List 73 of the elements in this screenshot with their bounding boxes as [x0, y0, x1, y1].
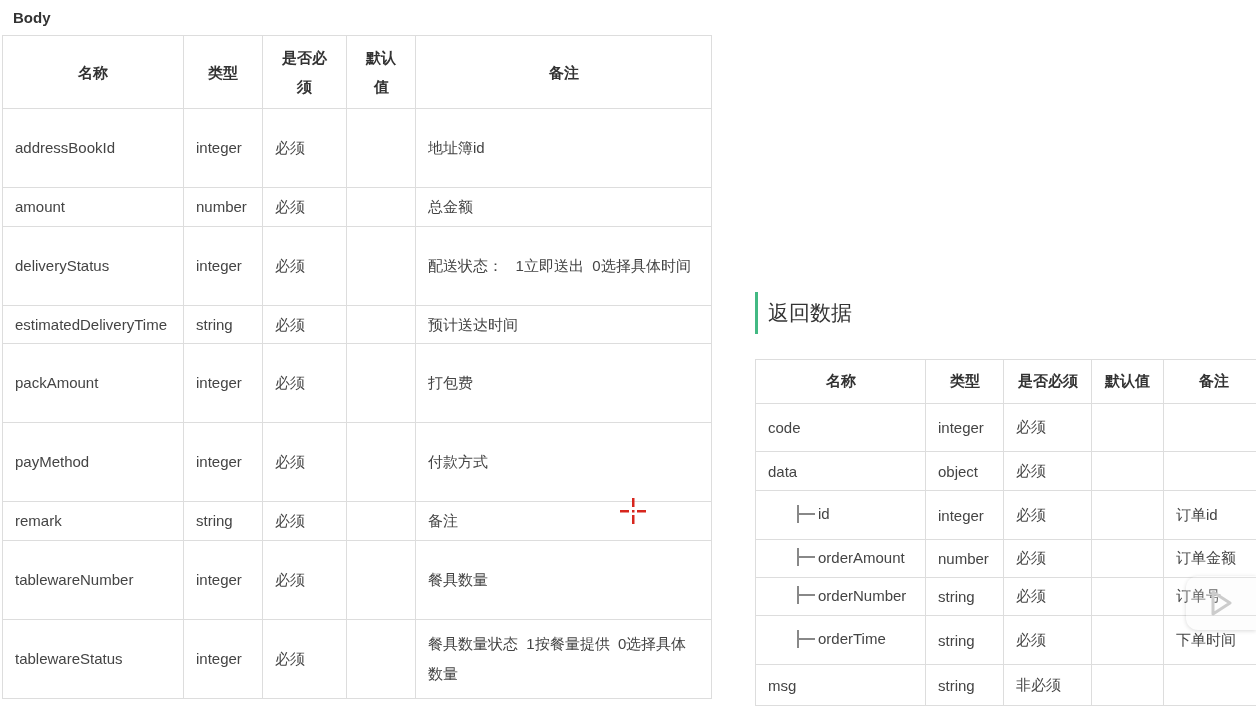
field-name: orderTime	[818, 630, 886, 647]
table-cell: 预计送达时间	[415, 305, 712, 344]
column-header: 名称	[755, 359, 926, 404]
field-name: orderNumber	[818, 586, 907, 604]
table-cell: integer	[183, 619, 263, 699]
table-cell: amount	[2, 187, 184, 227]
table-cell: 打包费	[415, 343, 712, 423]
table-cell: integer	[183, 108, 263, 188]
table-cell: estimatedDeliveryTime	[2, 305, 184, 344]
table-cell: 必须	[262, 187, 347, 227]
table-cell: 非必须	[1003, 664, 1092, 706]
column-header: 类型	[925, 359, 1004, 404]
field-name: orderAmount	[818, 548, 905, 566]
table-cell: payMethod	[2, 422, 184, 502]
table-cell: 必须	[262, 540, 347, 620]
table-cell: 必须	[1003, 490, 1092, 540]
field-name: code	[768, 419, 801, 436]
table-cell: packAmount	[2, 343, 184, 423]
table-cell: integer	[925, 490, 1004, 540]
table-cell: 必须	[262, 343, 347, 423]
table-cell: string	[183, 305, 263, 344]
column-header: 备注	[415, 35, 712, 109]
table-cell: tablewareNumber	[2, 540, 184, 620]
field-name: msg	[768, 676, 797, 694]
column-header: 名称	[2, 35, 184, 109]
table-cell: 必须	[262, 422, 347, 502]
table-cell: remark	[2, 501, 184, 541]
table-cell: string	[925, 577, 1004, 616]
section-heading: 返回数据	[755, 292, 1256, 334]
table-cell: 必须	[262, 226, 347, 306]
table-cell: tablewareStatus	[2, 619, 184, 699]
table-cell: 餐具数量状态 1按餐量提供 0选择具体数量	[415, 619, 712, 699]
tree-branch-icon	[796, 629, 816, 648]
table-cell: addressBookId	[2, 108, 184, 188]
column-header: 是否必须	[262, 35, 347, 109]
table-cell: 必须	[262, 305, 347, 344]
section-title: Body	[12, 8, 52, 28]
crosshair-icon	[620, 498, 647, 525]
table-cell: 必须	[262, 501, 347, 541]
table-cell: string	[925, 664, 1004, 706]
tree-branch-icon	[796, 586, 816, 604]
table-cell: 付款方式	[415, 422, 712, 502]
table-cell: 必须	[1003, 451, 1092, 491]
table-cell: deliveryStatus	[2, 226, 184, 306]
table-cell: object	[925, 451, 1004, 491]
table-cell: number	[925, 539, 1004, 578]
column-header: 默认值	[1091, 359, 1164, 404]
table-cell: 地址簿id	[415, 108, 712, 188]
tree-branch-icon	[796, 548, 816, 566]
table-cell: string	[183, 501, 263, 541]
tree-branch-icon	[796, 504, 816, 523]
table-cell: 必须	[262, 108, 347, 188]
table-cell: 总金额	[415, 187, 712, 227]
table-cell: string	[925, 615, 1004, 665]
table-cell: 必须	[262, 619, 347, 699]
table-cell: integer	[183, 226, 263, 306]
table-cell: 配送状态： 1立即送出 0选择具体时间	[415, 226, 712, 306]
column-header: 是否必须	[1003, 359, 1092, 404]
table-cell: 必须	[1003, 615, 1092, 665]
table-cell: integer	[183, 343, 263, 423]
column-header: 默认值	[346, 35, 416, 109]
field-name: id	[818, 505, 830, 522]
field-name: data	[768, 462, 798, 480]
table-cell: 必须	[1003, 403, 1092, 452]
table-cell: integer	[183, 422, 263, 502]
table-cell: 餐具数量	[415, 540, 712, 620]
table-cell: 必须	[1003, 577, 1092, 616]
table-cell: integer	[183, 540, 263, 620]
table-cell: number	[183, 187, 263, 227]
column-header: 类型	[183, 35, 263, 109]
column-header: 备注	[1163, 359, 1256, 404]
table-cell: integer	[925, 403, 1004, 452]
table-cell: 必须	[1003, 539, 1092, 578]
